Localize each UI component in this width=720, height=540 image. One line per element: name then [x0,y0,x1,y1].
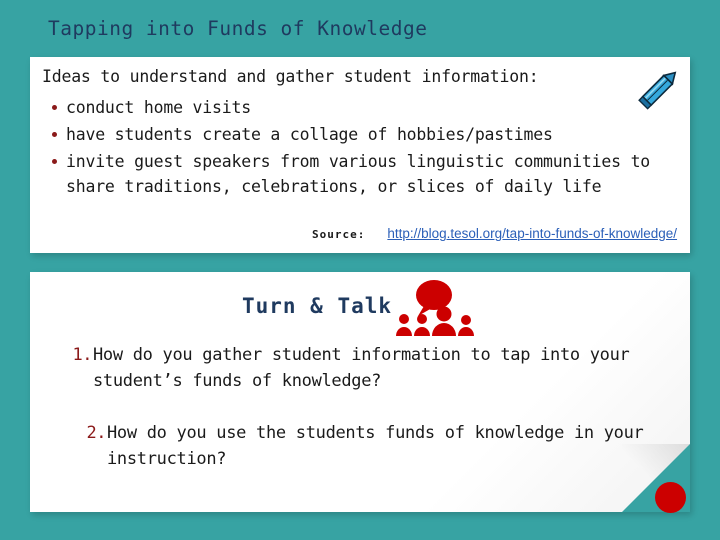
source-link[interactable]: http://blog.tesol.org/tap-into-funds-of-… [387,226,677,241]
ideas-lead-text: Ideas to understand and gather student i… [42,67,539,86]
pencil-icon [638,71,677,110]
slide-canvas: Tapping into Funds of Knowledge Ideas to… [0,0,720,540]
list-item: 2. How do you use the students funds of … [62,420,660,472]
list-item: 1. How do you gather student information… [62,342,660,394]
bullet-dot-icon [42,149,66,174]
turn-talk-header: Turn & Talk [30,280,690,336]
question-number: 1. [72,345,93,365]
source-label: Source: [312,228,366,241]
ideas-bullet-list: conduct home visits have students create… [42,95,682,201]
speech-bubble-people-icon [396,280,475,336]
question-text: How do you gather student information to… [93,345,630,391]
red-dot-decoration [655,482,686,513]
ideas-card: Ideas to understand and gather student i… [30,57,690,253]
page-title: Tapping into Funds of Knowledge [48,17,428,40]
turn-talk-title: Turn & Talk [241,294,393,318]
list-item-label: invite guest speakers from various lingu… [66,152,651,196]
list-item: invite guest speakers from various lingu… [42,149,682,199]
bullet-dot-icon [42,95,66,120]
list-item-label: conduct home visits [66,98,251,117]
list-item: have students create a collage of hobbie… [42,122,682,147]
turn-talk-question-list: 1. How do you gather student information… [62,342,660,498]
list-item: conduct home visits [42,95,682,120]
question-text: How do you use the students funds of kno… [107,423,644,469]
source-row: Source: http://blog.tesol.org/tap-into-f… [312,226,677,241]
turn-talk-card: Turn & Talk 1. How do you gather student… [30,272,690,512]
question-number: 2. [86,423,107,443]
list-item-label: have students create a collage of hobbie… [66,125,553,144]
bullet-dot-icon [42,122,66,147]
